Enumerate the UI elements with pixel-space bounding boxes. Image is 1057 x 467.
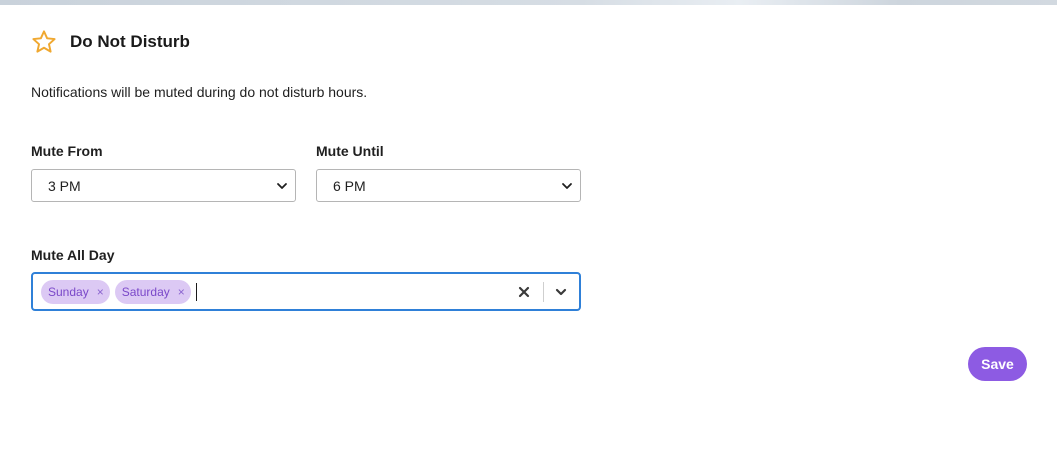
- text-cursor[interactable]: [195, 282, 197, 301]
- chevron-down-icon[interactable]: [554, 285, 568, 299]
- mute-all-day-multiselect[interactable]: Sunday × Saturday ×: [31, 272, 581, 311]
- description-text: Notifications will be muted during do no…: [31, 84, 368, 100]
- tag-remove-icon[interactable]: ×: [97, 286, 104, 298]
- mute-from-value: 3 PM: [48, 177, 81, 194]
- mute-from-label: Mute From: [31, 143, 103, 159]
- mute-until-value: 6 PM: [333, 177, 366, 194]
- selected-tags: Sunday × Saturday ×: [33, 279, 518, 304]
- tag-sunday: Sunday ×: [41, 279, 110, 304]
- star-icon: [32, 30, 56, 53]
- clear-icon[interactable]: [518, 286, 530, 298]
- mute-until-label: Mute Until: [316, 143, 384, 159]
- mute-all-day-label: Mute All Day: [31, 247, 115, 263]
- do-not-disturb-card: Do Not Disturb Notifications will be mut…: [0, 5, 1057, 467]
- save-button[interactable]: Save: [968, 347, 1027, 381]
- page-title: Do Not Disturb: [70, 32, 190, 51]
- card-header: Do Not Disturb: [31, 29, 190, 55]
- tag-label: Saturday: [121, 284, 170, 299]
- tag-label: Sunday: [48, 284, 89, 299]
- mute-from-select[interactable]: 3 PM: [31, 169, 296, 202]
- tag-saturday: Saturday ×: [114, 279, 191, 304]
- indicator-divider: [543, 281, 544, 302]
- chevron-down-icon: [562, 182, 572, 189]
- mute-until-select[interactable]: 6 PM: [316, 169, 581, 202]
- chevron-down-icon: [277, 182, 287, 189]
- tag-remove-icon[interactable]: ×: [178, 286, 185, 298]
